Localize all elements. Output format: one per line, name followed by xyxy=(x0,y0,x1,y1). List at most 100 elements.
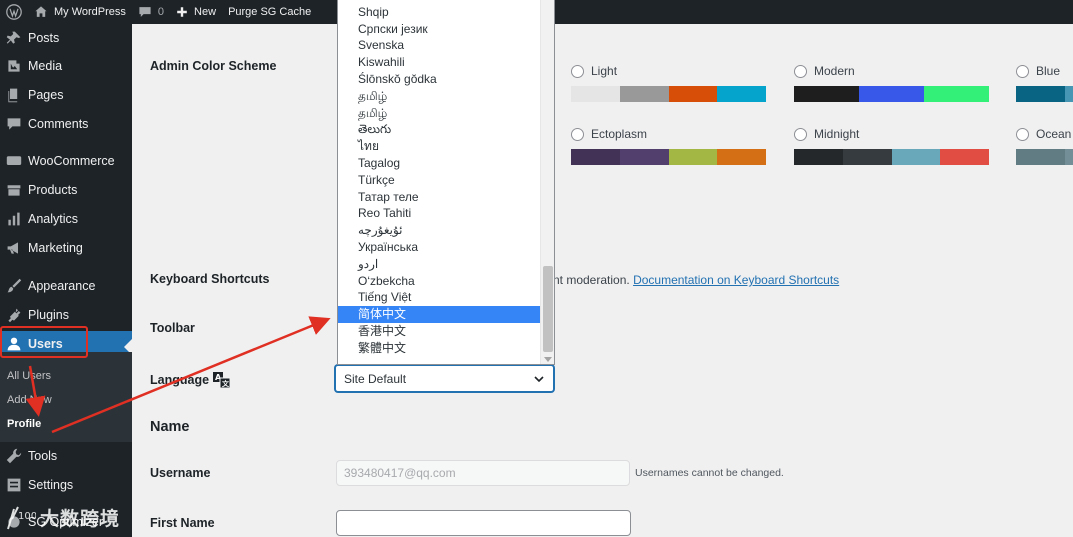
scheme-modern-name: Modern xyxy=(814,64,855,78)
menu-woocommerce[interactable]: WooCommerce xyxy=(0,148,132,174)
language-option[interactable]: Kiswahili xyxy=(338,54,541,71)
site-name-link[interactable]: My WordPress xyxy=(28,0,132,24)
language-option[interactable]: 繁體中文 xyxy=(338,340,541,357)
language-option[interactable]: తెలుగు xyxy=(338,121,541,138)
plus-icon xyxy=(177,7,187,17)
svg-text:文: 文 xyxy=(222,379,230,388)
translation-icon: A文 xyxy=(213,372,231,388)
home-icon xyxy=(35,6,47,17)
language-option[interactable]: Svenska xyxy=(338,37,541,54)
scheme-ocean-radio[interactable] xyxy=(1016,127,1029,141)
language-option[interactable]: Српски језик xyxy=(338,21,541,38)
watermark-text: 大数跨境 xyxy=(40,509,121,530)
first-name-input[interactable] xyxy=(336,510,631,536)
menu-products[interactable]: Products xyxy=(0,177,132,203)
settings-icon xyxy=(5,476,23,494)
menu-appearance[interactable]: Appearance xyxy=(0,273,132,299)
comments-link[interactable]: 0 xyxy=(132,0,170,24)
scroll-down-arrow-icon[interactable] xyxy=(544,357,552,362)
language-select[interactable]: Site Default xyxy=(335,365,554,392)
comments-count: 0 xyxy=(157,6,165,18)
language-option[interactable]: Tagalog xyxy=(338,155,541,172)
menu-plugins-label: Plugins xyxy=(28,308,69,322)
language-option[interactable]: தமிழ் xyxy=(338,88,541,105)
scheme-modern-radio[interactable] xyxy=(794,64,807,78)
menu-comments-label: Comments xyxy=(28,117,89,131)
purge-cache-label: Purge SG Cache xyxy=(228,6,312,18)
menu-products-label: Products xyxy=(28,183,78,197)
username-note: Usernames cannot be changed. xyxy=(635,467,784,479)
scheme-modern[interactable]: Modern xyxy=(794,62,989,102)
comments-icon xyxy=(5,115,23,133)
pushpin-icon xyxy=(5,29,23,47)
language-option[interactable]: Türkçe xyxy=(338,172,541,189)
toolbar-label: Toolbar xyxy=(150,321,195,335)
language-dropdown-list[interactable]: SlovenščinaShqipСрпски језикSvenskaKiswa… xyxy=(337,0,555,365)
scheme-blue[interactable]: Blue xyxy=(1016,62,1073,102)
language-label: Language xyxy=(150,373,210,387)
scheme-midnight-radio[interactable] xyxy=(794,127,807,141)
menu-pages[interactable]: Pages xyxy=(0,82,132,108)
new-content-link[interactable]: New xyxy=(170,0,222,24)
menu-tools[interactable]: Tools xyxy=(0,443,132,469)
woocommerce-icon xyxy=(5,152,23,170)
scheme-modern-swatches xyxy=(794,86,989,102)
menu-marketing-label: Marketing xyxy=(28,241,83,255)
language-option[interactable]: Ślōnskŏ gŏdka xyxy=(338,71,541,88)
menu-plugins[interactable]: Plugins xyxy=(0,302,132,328)
menu-woocommerce-label: WooCommerce xyxy=(28,154,115,168)
scheme-light[interactable]: Light xyxy=(571,62,766,102)
scheme-ectoplasm-radio[interactable] xyxy=(571,127,584,141)
name-section-title: Name xyxy=(150,419,190,435)
language-option[interactable]: O‘zbekcha xyxy=(338,273,541,290)
scheme-midnight[interactable]: Midnight xyxy=(794,125,989,165)
menu-appearance-label: Appearance xyxy=(28,279,96,293)
submenu-add-new[interactable]: Add New xyxy=(7,394,52,406)
admin-sidebar: Posts Media Pages Comments WooCommerce P… xyxy=(0,24,132,537)
keyboard-shortcuts-doc-link[interactable]: Documentation on Keyboard Shortcuts xyxy=(633,273,839,287)
language-label-row: Language A文 xyxy=(150,372,231,388)
language-option[interactable]: Українська xyxy=(338,239,541,256)
menu-posts-label: Posts xyxy=(28,31,60,45)
dropdown-scrollbar[interactable] xyxy=(540,0,554,364)
comment-bubble-icon xyxy=(139,7,151,17)
purge-cache-button[interactable]: Purge SG Cache xyxy=(222,0,317,24)
language-option[interactable]: 香港中文 xyxy=(338,323,541,340)
submenu-all-users[interactable]: All Users xyxy=(7,370,51,382)
menu-analytics[interactable]: Analytics xyxy=(0,206,132,232)
scheme-ocean-name: Ocean xyxy=(1036,127,1072,141)
scheme-ectoplasm[interactable]: Ectoplasm xyxy=(571,125,766,165)
scheme-ocean[interactable]: Ocean xyxy=(1016,125,1073,165)
keyboard-shortcuts-label: Keyboard Shortcuts xyxy=(150,272,270,286)
language-option[interactable]: Reo Tahiti xyxy=(338,205,541,222)
menu-marketing[interactable]: Marketing xyxy=(0,235,132,261)
language-option[interactable]: Shqip xyxy=(338,4,541,21)
first-name-label: First Name xyxy=(150,516,215,530)
products-icon xyxy=(5,181,23,199)
language-option[interactable]: தமிழ் xyxy=(338,105,541,122)
menu-settings[interactable]: Settings xyxy=(0,472,132,498)
scheme-blue-radio[interactable] xyxy=(1016,64,1029,78)
chevron-down-icon xyxy=(534,376,544,383)
wordpress-logo-icon[interactable] xyxy=(0,0,28,24)
language-option[interactable]: ئۇيغۇرچە xyxy=(338,222,541,239)
menu-posts[interactable]: Posts xyxy=(0,25,132,51)
users-highlight-box xyxy=(0,326,88,358)
language-option[interactable]: اردو xyxy=(338,256,541,273)
dropdown-scrollbar-thumb[interactable] xyxy=(543,266,553,352)
scheme-blue-name: Blue xyxy=(1036,64,1061,78)
submenu-profile[interactable]: Profile xyxy=(7,418,41,430)
menu-pages-label: Pages xyxy=(28,88,64,102)
language-option[interactable]: Татар теле xyxy=(338,189,541,206)
scheme-light-radio[interactable] xyxy=(571,64,584,78)
language-select-value: Site Default xyxy=(344,371,407,386)
language-option[interactable]: 简体中文 xyxy=(338,306,541,324)
plugin-icon xyxy=(5,306,23,324)
svg-text:100: 100 xyxy=(18,511,36,522)
megaphone-icon xyxy=(5,239,23,257)
menu-comments[interactable]: Comments xyxy=(0,111,132,137)
menu-media[interactable]: Media xyxy=(0,53,132,79)
language-option[interactable]: ไทย xyxy=(338,138,541,155)
language-option[interactable]: Tiếng Việt xyxy=(338,289,541,306)
keyboard-shortcuts-description: nt moderation. Documentation on Keyboard… xyxy=(553,273,839,287)
